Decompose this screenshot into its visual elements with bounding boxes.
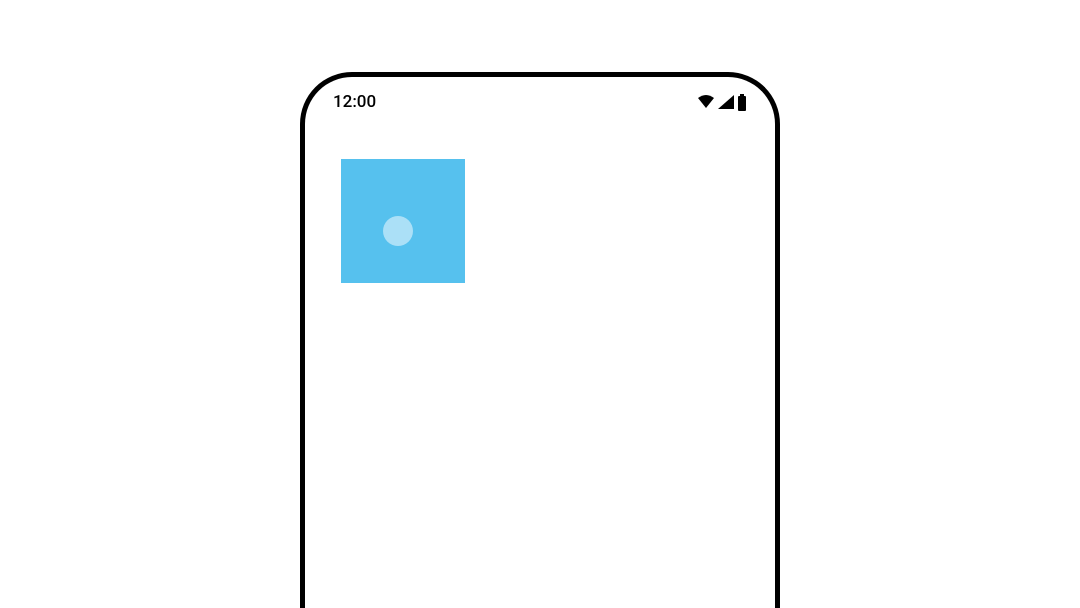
touch-indicator [383,216,413,246]
device-frame: 12:00 [300,72,780,608]
status-time: 12:00 [333,92,376,112]
cellular-signal-icon [717,94,735,110]
status-icons [697,94,747,111]
wifi-icon [697,94,715,110]
battery-icon [737,94,747,111]
status-bar: 12:00 [305,77,775,127]
